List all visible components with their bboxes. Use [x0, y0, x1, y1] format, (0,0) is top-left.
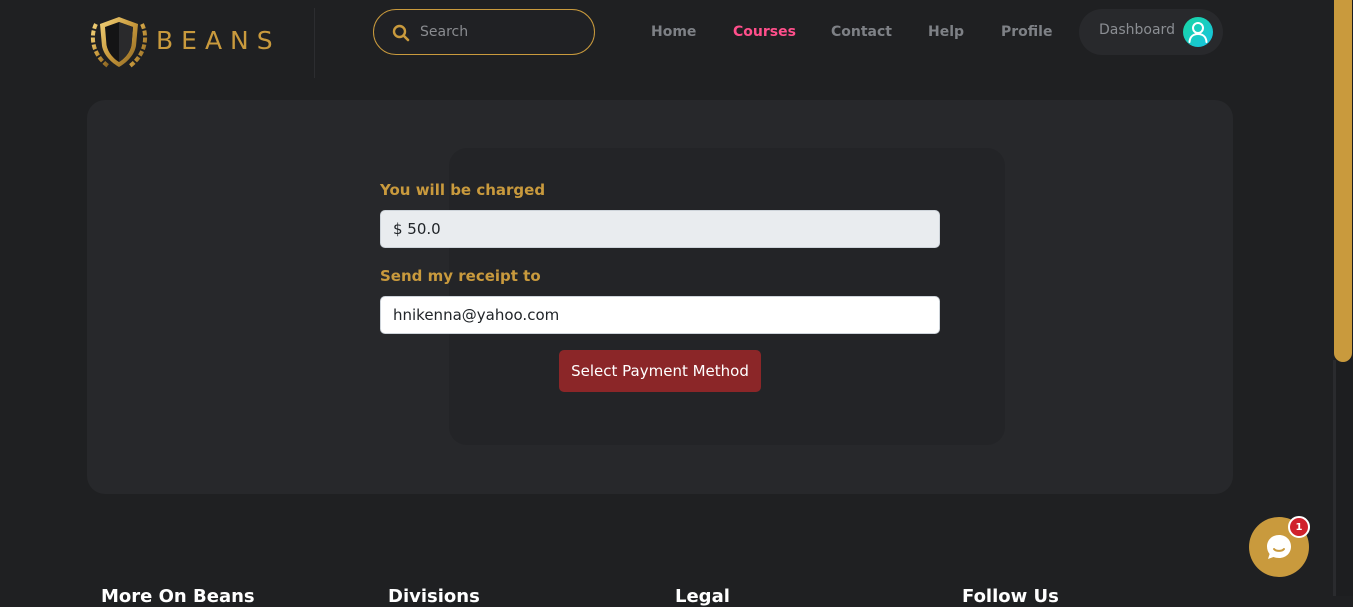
brand-logo[interactable]: BEANS: [86, 12, 286, 72]
search-icon: [392, 24, 410, 42]
footer-heading-follow-us: Follow Us: [962, 586, 1059, 607]
chat-bubble-icon: [1267, 535, 1291, 559]
nav-item-courses[interactable]: Courses: [733, 24, 796, 40]
shield-laurel-icon: [90, 17, 148, 68]
chat-notification-badge: 1: [1288, 516, 1310, 538]
receipt-label: Send my receipt to: [380, 267, 541, 285]
dashboard-label: Dashboard: [1099, 22, 1175, 38]
footer-heading-more-on-beans: More On Beans: [101, 586, 255, 607]
dashboard-button[interactable]: Dashboard: [1079, 9, 1223, 55]
receipt-email-field[interactable]: hnikenna@yahoo.com: [380, 296, 940, 334]
charge-amount-field: $ 50.0: [380, 210, 940, 248]
user-icon: [1188, 22, 1208, 43]
top-header: BEANS Home Courses Contact Help Profile …: [0, 0, 1335, 80]
header-divider: [314, 8, 315, 78]
select-payment-method-button[interactable]: Select Payment Method: [559, 350, 761, 392]
footer-heading-divisions: Divisions: [388, 586, 480, 607]
search-input[interactable]: [418, 19, 578, 45]
avatar[interactable]: [1183, 17, 1213, 47]
charge-label: You will be charged: [380, 181, 546, 199]
brand-name: BEANS: [156, 26, 281, 55]
nav-item-contact[interactable]: Contact: [831, 24, 892, 40]
nav-item-home[interactable]: Home: [651, 24, 696, 40]
scrollbar-thumb[interactable]: [1334, 0, 1352, 362]
nav-item-profile[interactable]: Profile: [1001, 24, 1052, 40]
search-box[interactable]: [373, 9, 595, 55]
nav-item-help[interactable]: Help: [928, 24, 964, 40]
footer-heading-legal: Legal: [675, 586, 730, 607]
scrollbar-edge: [1333, 360, 1336, 596]
